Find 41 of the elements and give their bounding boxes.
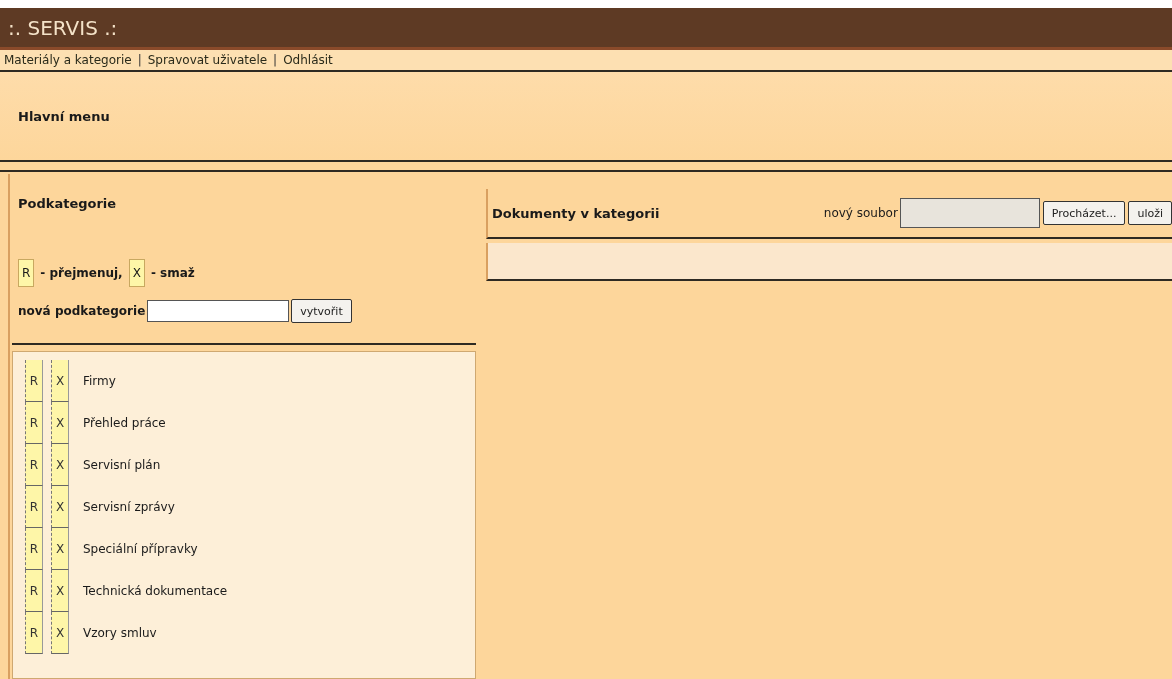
delete-button[interactable]: X bbox=[51, 360, 69, 402]
subcategory-name: Firmy bbox=[83, 374, 116, 388]
rename-button[interactable]: R bbox=[25, 570, 43, 612]
file-label: nový soubor bbox=[823, 206, 898, 220]
delete-button[interactable]: X bbox=[51, 444, 69, 486]
app-title: :. SERVIS .: bbox=[8, 15, 118, 40]
new-subcategory-field[interactable] bbox=[147, 300, 290, 322]
create-button[interactable]: vytvořit bbox=[291, 299, 352, 323]
subcategory-name: Servisní plán bbox=[83, 458, 161, 472]
subcategory-name: Speciální přípravky bbox=[83, 542, 198, 556]
nav-separator: | bbox=[137, 53, 142, 67]
legend-text: - přejmenuj, bbox=[40, 266, 123, 280]
subcategory-name: Servisní zprávy bbox=[83, 500, 175, 514]
browse-button[interactable]: Procházet... bbox=[1042, 201, 1126, 225]
subcategory-name: Vzory smluv bbox=[83, 626, 157, 640]
nav-link[interactable]: Odhlásit bbox=[283, 53, 333, 67]
delete-button[interactable]: X bbox=[51, 486, 69, 528]
delete-button[interactable]: X bbox=[51, 528, 69, 570]
delete-button[interactable]: X bbox=[51, 402, 69, 444]
subcategory-name: Technická dokumentace bbox=[83, 584, 228, 598]
legend-key: R bbox=[18, 259, 35, 287]
main-menu-title: Hlavní menu bbox=[18, 108, 110, 124]
new-subcategory-label: nová podkategorie bbox=[18, 304, 146, 318]
rename-button[interactable]: R bbox=[25, 360, 43, 402]
delete-button[interactable]: X bbox=[51, 570, 69, 612]
legend-text: - smaž bbox=[150, 266, 195, 280]
subcategories-title: Podkategorie bbox=[18, 196, 118, 211]
delete-button[interactable]: X bbox=[51, 612, 69, 654]
rename-button[interactable]: R bbox=[25, 444, 43, 486]
rename-button[interactable]: R bbox=[25, 612, 43, 654]
save-button[interactable]: uloži bbox=[1128, 201, 1172, 225]
file-field[interactable] bbox=[899, 198, 1040, 228]
documents-title: Dokumenty v kategorii bbox=[492, 205, 660, 221]
rename-button[interactable]: R bbox=[25, 402, 43, 444]
legend-key: X bbox=[128, 259, 145, 287]
nav-separator: | bbox=[273, 53, 278, 67]
subcategory-name: Přehled práce bbox=[83, 416, 166, 430]
rename-button[interactable]: R bbox=[25, 528, 43, 570]
rename-button[interactable]: R bbox=[25, 486, 43, 528]
nav-link[interactable]: Materiály a kategorie bbox=[4, 53, 132, 67]
nav-link[interactable]: Spravovat uživatele bbox=[147, 53, 268, 67]
